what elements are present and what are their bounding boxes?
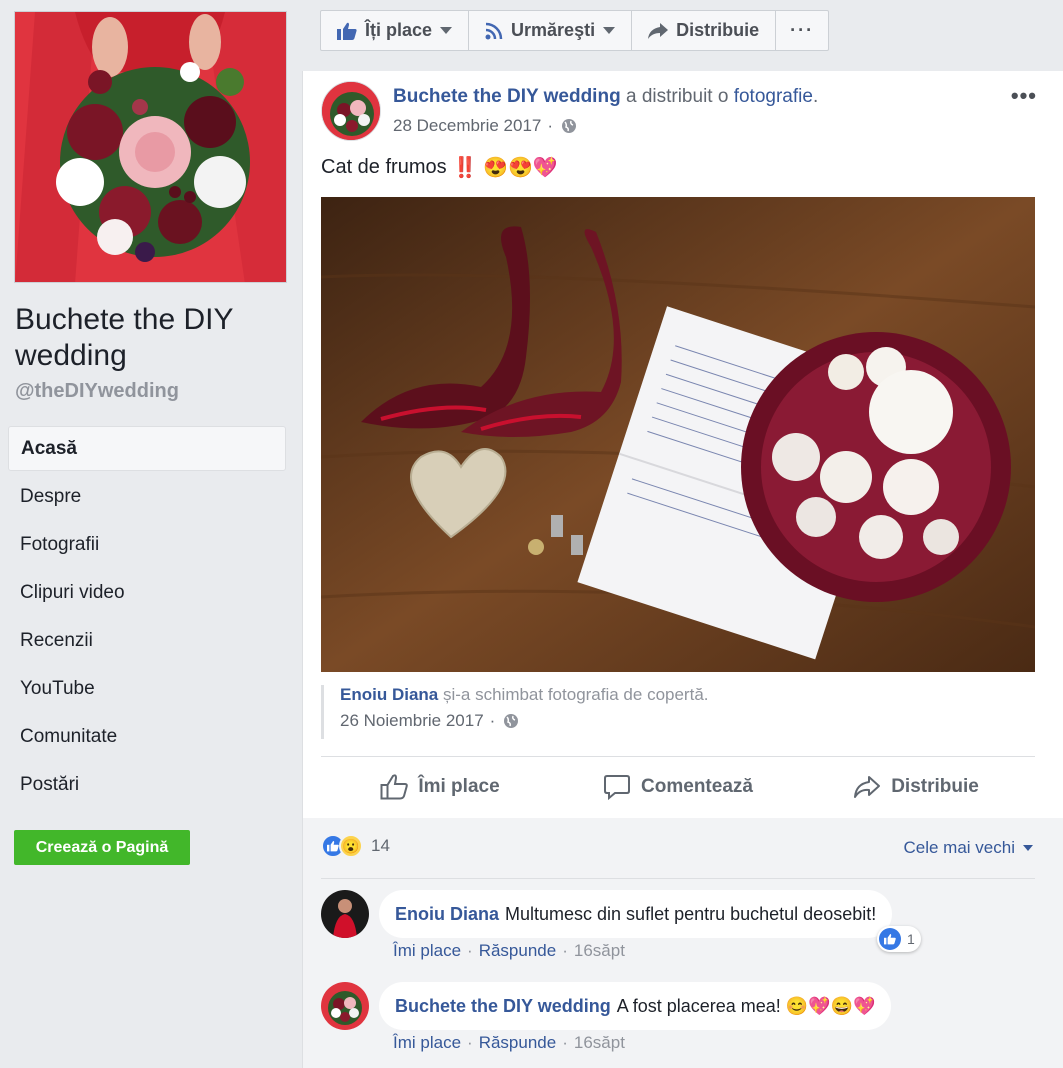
page-name[interactable]: Buchete the DIY wedding bbox=[15, 302, 285, 374]
shared-author-link[interactable]: Enoiu Diana bbox=[340, 685, 438, 704]
comment-reaction-count: 1 bbox=[907, 931, 915, 947]
comment-like-link[interactable]: Îmi place bbox=[393, 1033, 461, 1052]
shared-timestamp[interactable]: 26 Noiembrie 2017 bbox=[340, 711, 484, 731]
meta-separator: · bbox=[467, 1033, 473, 1052]
post-actions: Îmi place Comentează Distribuie bbox=[321, 757, 1035, 817]
post-options-icon[interactable]: ••• bbox=[1011, 83, 1037, 109]
more-options-button[interactable]: ··· bbox=[776, 11, 828, 50]
commenter-avatar[interactable] bbox=[321, 982, 369, 1030]
reaction-count: 14 bbox=[371, 836, 390, 855]
commenter-name[interactable]: Enoiu Diana bbox=[395, 904, 499, 925]
post-header: Buchete the DIY wedding a distribuit o f… bbox=[393, 86, 818, 108]
post-message: Cat de frumos bbox=[321, 156, 447, 178]
rss-icon bbox=[485, 22, 503, 39]
comment-label: Comentează bbox=[641, 776, 753, 797]
share-arrow-icon bbox=[648, 22, 669, 39]
follow-label: Urmăreşti bbox=[511, 20, 596, 40]
commenter-name[interactable]: Buchete the DIY wedding bbox=[395, 996, 611, 1017]
chevron-down-icon bbox=[440, 27, 453, 34]
nav-item-clipuri-video[interactable]: Clipuri video bbox=[8, 570, 286, 618]
meta-separator: · bbox=[562, 941, 568, 960]
profile-picture[interactable] bbox=[14, 11, 287, 283]
globe-icon[interactable] bbox=[561, 118, 577, 134]
nav-item-postari[interactable]: Postări bbox=[8, 762, 286, 810]
share-arrow-icon bbox=[854, 776, 881, 798]
page-handle[interactable]: @theDIYwedding bbox=[15, 380, 179, 403]
comment-button[interactable]: Comentează bbox=[559, 757, 797, 817]
like-reaction-icon bbox=[879, 928, 901, 950]
chevron-down-icon bbox=[1023, 845, 1033, 851]
comment-meta: Îmi place · Răspunde · 16săpt bbox=[393, 1033, 625, 1053]
page-actions-group: Îți place Urmăreşti Distribuie ··· bbox=[320, 10, 830, 51]
sort-label: Cele mai vechi bbox=[903, 838, 1016, 857]
comment-reply-link[interactable]: Răspunde bbox=[479, 941, 557, 960]
page-sidebar: Buchete the DIY wedding @theDIYwedding A… bbox=[0, 0, 300, 1068]
page-like-label: Îți place bbox=[365, 20, 433, 40]
page-share-button[interactable]: Distribuie bbox=[632, 11, 777, 50]
more-dots-icon: ··· bbox=[790, 20, 815, 40]
nav-item-despre[interactable]: Despre bbox=[8, 474, 286, 522]
comment-text: Multumesc din suflet pentru buchetul deo… bbox=[505, 903, 877, 924]
comment-text: A fost placerea mea! 😊💖😄💖 bbox=[616, 995, 876, 1016]
like-button[interactable]: Îmi place bbox=[321, 757, 559, 817]
meta-separator: · bbox=[467, 941, 473, 960]
date-separator: · bbox=[489, 711, 496, 730]
comment-time[interactable]: 16săpt bbox=[574, 1033, 625, 1052]
nav-item-acasa[interactable]: Acasă bbox=[8, 426, 286, 471]
share-label: Distribuie bbox=[891, 776, 979, 797]
comment-bubble-icon bbox=[604, 775, 631, 800]
comment-meta: Îmi place · Răspunde · 16săpt bbox=[393, 941, 625, 961]
globe-icon[interactable] bbox=[503, 713, 519, 729]
date-separator: · bbox=[547, 116, 554, 135]
post-header-period: . bbox=[812, 86, 819, 107]
page-action-bar: Îți place Urmăreşti Distribuie ··· bbox=[302, 0, 1063, 70]
follow-button[interactable]: Urmăreşti bbox=[469, 11, 633, 50]
nav-item-fotografii[interactable]: Fotografii bbox=[8, 522, 286, 570]
comment-sort-dropdown[interactable]: Cele mai vechi bbox=[903, 838, 1033, 858]
nav-item-youtube[interactable]: YouTube bbox=[8, 666, 286, 714]
comment-reply-link[interactable]: Răspunde bbox=[479, 1033, 557, 1052]
post-author-link[interactable]: Buchete the DIY wedding bbox=[393, 86, 621, 107]
page-nav: Acasă Despre Fotografii Clipuri video Re… bbox=[8, 426, 286, 810]
comment-like-link[interactable]: Îmi place bbox=[393, 941, 461, 960]
post-date: 28 Decembrie 2017 · bbox=[393, 116, 577, 136]
post-photo[interactable] bbox=[321, 197, 1035, 672]
post-object-link[interactable]: fotografie bbox=[734, 86, 813, 107]
thumbs-up-outline-icon bbox=[380, 774, 409, 800]
divider bbox=[321, 878, 1035, 879]
chevron-down-icon bbox=[603, 27, 616, 34]
shared-action: și-a schimbat fotografia de copertă. bbox=[442, 685, 709, 704]
comments-section: 😮 14 Cele mai vechi Enoiu Diana Multumes… bbox=[302, 818, 1063, 1068]
create-page-button[interactable]: Creează o Pagină bbox=[14, 830, 190, 865]
post-text: Cat de frumos ‼️ 😍😍💖 bbox=[321, 155, 558, 180]
commenter-avatar[interactable] bbox=[321, 890, 369, 938]
post-author-avatar[interactable] bbox=[321, 81, 381, 141]
comment-reaction-badge[interactable]: 1 bbox=[877, 926, 921, 952]
nav-item-recenzii[interactable]: Recenzii bbox=[8, 618, 286, 666]
comment-time[interactable]: 16săpt bbox=[574, 941, 625, 960]
like-label: Îmi place bbox=[418, 776, 500, 797]
comment-bubble: Buchete the DIY wedding A fost placerea … bbox=[379, 982, 892, 1030]
wow-reaction-icon: 😮 bbox=[339, 834, 363, 858]
comment-bubble: Enoiu Diana Multumesc din suflet pentru … bbox=[379, 890, 893, 938]
shared-original-post: Enoiu Diana și-a schimbat fotografia de … bbox=[321, 685, 709, 739]
page-like-button[interactable]: Îți place bbox=[321, 11, 470, 50]
share-button[interactable]: Distribuie bbox=[797, 757, 1035, 817]
page-share-label: Distribuie bbox=[676, 20, 760, 40]
post-verb: a distribuit o bbox=[625, 86, 729, 107]
post-timestamp[interactable]: 28 Decembrie 2017 bbox=[393, 116, 541, 136]
nav-item-comunitate[interactable]: Comunitate bbox=[8, 714, 286, 762]
post-emoji: ‼️ 😍😍💖 bbox=[452, 157, 558, 179]
shared-date: 26 Noiembrie 2017 · bbox=[340, 711, 709, 731]
thumbs-up-icon bbox=[337, 22, 357, 40]
meta-separator: · bbox=[562, 1033, 568, 1052]
reactions-summary[interactable]: 😮 14 bbox=[321, 834, 390, 858]
shared-line: Enoiu Diana și-a schimbat fotografia de … bbox=[340, 685, 709, 705]
